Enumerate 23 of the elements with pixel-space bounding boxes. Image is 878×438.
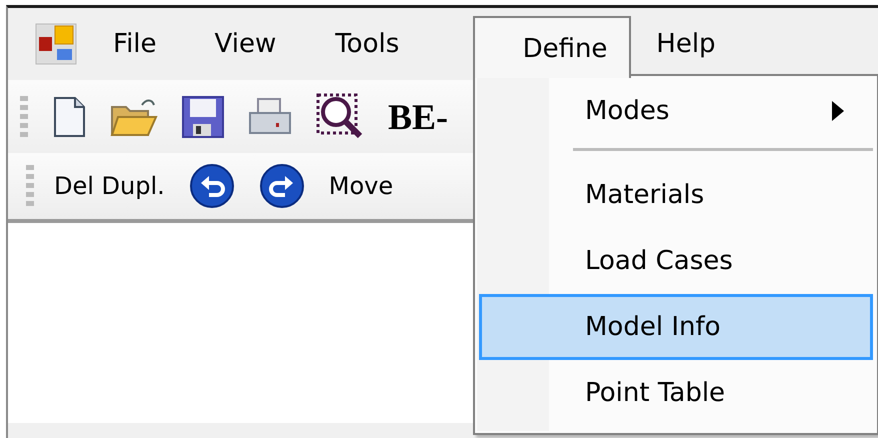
menu-item[interactable]: Modes (479, 78, 873, 144)
menu-item[interactable]: Tools (335, 24, 400, 64)
menu-item[interactable]: Help (656, 24, 716, 64)
save-icon[interactable] (182, 96, 224, 138)
menu-item[interactable]: Load Cases (479, 228, 873, 294)
toolbar-button[interactable]: Move (328, 168, 394, 204)
menu-item[interactable]: File (113, 24, 157, 64)
zoom-icon[interactable] (316, 92, 364, 140)
app-icon (35, 23, 77, 65)
undo-icon[interactable] (188, 163, 235, 209)
new-file-icon[interactable] (52, 96, 86, 138)
menu-item[interactable]: Point Table (479, 360, 873, 426)
toolbar-text: BE- (388, 96, 448, 138)
menu-item[interactable]: Materials (479, 162, 873, 228)
toolbar-button[interactable]: Del Dupl. (54, 168, 165, 204)
grip-handle[interactable] (26, 165, 34, 207)
open-folder-icon[interactable] (110, 96, 158, 136)
menu-item[interactable]: View (214, 24, 276, 64)
grip-handle[interactable] (20, 96, 28, 138)
redo-icon[interactable] (258, 163, 305, 209)
menu-item[interactable]: Define (473, 16, 631, 78)
menu-item[interactable]: Model Info (479, 294, 873, 360)
printer-icon[interactable] (248, 96, 292, 136)
